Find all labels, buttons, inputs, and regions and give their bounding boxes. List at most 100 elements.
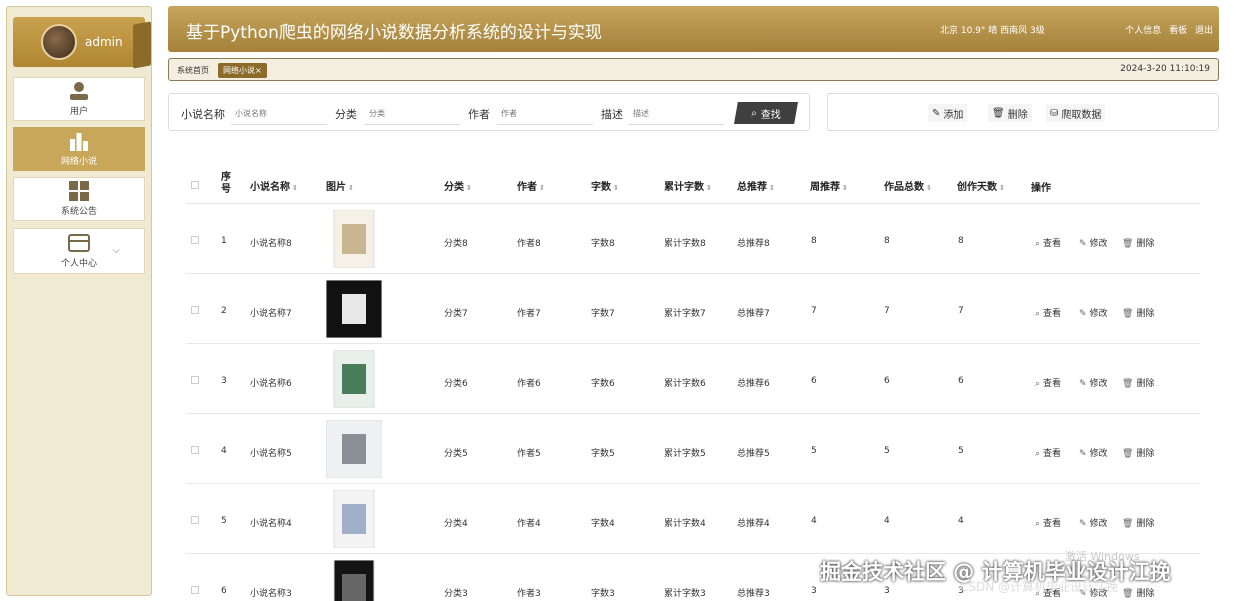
row-words: 字数3 xyxy=(591,589,615,599)
desc-search-input[interactable] xyxy=(629,103,725,125)
name-search-input[interactable] xyxy=(231,103,327,125)
sort-icon[interactable]: ⇕ xyxy=(466,184,472,192)
delete-row-button[interactable]: 🗑 删除 xyxy=(1122,516,1154,529)
view-label: 查看 xyxy=(1043,449,1062,459)
view-button[interactable]: ⌕ 查看 xyxy=(1035,376,1061,389)
edit-button[interactable]: ✎ 修改 xyxy=(1079,376,1108,389)
delete-row-button[interactable]: 🗑 删除 xyxy=(1122,586,1154,599)
col-label: 作者 xyxy=(517,182,537,193)
action-bar: ✎ 添加 🗑 删除 ⛁ 爬取数据 xyxy=(827,93,1219,131)
select-all-checkbox[interactable] xyxy=(191,181,199,189)
user-icon xyxy=(70,82,88,100)
add-button[interactable]: ✎ 添加 xyxy=(928,104,968,122)
sort-icon[interactable]: ⇕ xyxy=(613,184,619,192)
sort-icon[interactable]: ⇕ xyxy=(842,184,848,192)
avatar[interactable] xyxy=(41,24,77,60)
col-label: 周推荐 xyxy=(810,182,840,193)
row-words: 字数7 xyxy=(591,309,615,319)
csdn-watermark: CSDN @计算机毕业设计江挽 xyxy=(960,580,1119,594)
table-row: 4 小说名称5 分类5 作者5 字数5 累计字数5 总推荐5 5 5 5 ⌕ 查看… xyxy=(186,414,1200,484)
search-button[interactable]: ⌕ 查找 xyxy=(734,102,798,124)
author-search-input[interactable] xyxy=(497,103,593,125)
sidebar-item-label: 系统公告 xyxy=(60,207,97,217)
edit-button[interactable]: ✎ 修改 xyxy=(1079,306,1108,319)
edit-icon: ✎ xyxy=(1079,449,1087,459)
row-no: 3 xyxy=(221,376,227,386)
row-no: 6 xyxy=(221,586,227,596)
breadcrumb-home[interactable]: 系统首页 xyxy=(177,65,209,76)
row-checkbox[interactable] xyxy=(191,446,199,454)
sidebar-item-profile[interactable]: 个人中心 ⌵ xyxy=(13,228,145,274)
row-total-words: 累计字数8 xyxy=(664,239,706,249)
search-label-desc: 描述 xyxy=(601,108,623,121)
sort-icon[interactable]: ⇕ xyxy=(999,184,1005,192)
search-icon: ⌕ xyxy=(1035,379,1041,389)
row-checkbox[interactable] xyxy=(191,516,199,524)
col-total-rec[interactable]: 总推荐 ⇕ xyxy=(737,178,775,193)
sort-icon[interactable]: ⇕ xyxy=(292,184,298,192)
view-button[interactable]: ⌕ 查看 xyxy=(1035,306,1061,319)
database-icon: ⛁ xyxy=(1050,107,1059,119)
crawl-button[interactable]: ⛁ 爬取数据 xyxy=(1046,104,1106,122)
row-name: 小说名称5 xyxy=(250,449,292,459)
sidebar-item-users[interactable]: 用户 xyxy=(13,77,145,121)
user-panel[interactable]: admin xyxy=(13,17,151,69)
row-checkbox[interactable] xyxy=(191,236,199,244)
view-button[interactable]: ⌕ 查看 xyxy=(1035,516,1061,529)
sort-icon[interactable]: ⇕ xyxy=(926,184,932,192)
sort-icon[interactable]: ⇕ xyxy=(769,184,775,192)
col-days[interactable]: 创作天数 ⇕ xyxy=(957,178,1005,193)
row-name: 小说名称6 xyxy=(250,379,292,389)
col-total-words[interactable]: 累计字数 ⇕ xyxy=(664,178,712,193)
category-search-input[interactable] xyxy=(365,103,461,125)
row-week-rec: 5 xyxy=(811,446,817,456)
sidebar-item-label: 网络小说 xyxy=(60,157,97,167)
col-image[interactable]: 图片 ⇕ xyxy=(326,178,354,193)
row-works: 6 xyxy=(884,376,890,386)
row-total-words: 累计字数3 xyxy=(664,589,706,599)
sort-icon[interactable]: ⇕ xyxy=(348,184,354,192)
col-author[interactable]: 作者 ⇕ xyxy=(517,178,545,193)
edit-button[interactable]: ✎ 修改 xyxy=(1079,446,1108,459)
novel-cover-image xyxy=(333,350,375,408)
edit-label: 修改 xyxy=(1089,309,1108,319)
edit-label: 修改 xyxy=(1089,519,1108,529)
tab-novels[interactable]: 网络小说× xyxy=(218,63,267,78)
sort-icon[interactable]: ⇕ xyxy=(539,184,545,192)
row-checkbox[interactable] xyxy=(191,376,199,384)
novel-cover-image xyxy=(333,210,375,268)
view-button[interactable]: ⌕ 查看 xyxy=(1035,446,1061,459)
edit-button[interactable]: ✎ 修改 xyxy=(1079,236,1108,249)
dashboard-link[interactable]: 看板 xyxy=(1169,26,1187,36)
delete-row-button[interactable]: 🗑 删除 xyxy=(1122,306,1154,319)
delete-row-button[interactable]: 🗑 删除 xyxy=(1122,376,1154,389)
col-name[interactable]: 小说名称 ⇕ xyxy=(250,178,298,193)
delete-label: 删除 xyxy=(1136,449,1155,459)
row-total-rec: 总推荐8 xyxy=(737,239,770,249)
row-total-rec: 总推荐7 xyxy=(737,309,770,319)
row-checkbox[interactable] xyxy=(191,306,199,314)
row-checkbox[interactable] xyxy=(191,586,199,594)
col-week-rec[interactable]: 周推荐 ⇕ xyxy=(810,178,848,193)
row-works: 7 xyxy=(884,306,890,316)
edit-label: 修改 xyxy=(1089,239,1108,249)
delete-button[interactable]: 🗑 删除 xyxy=(988,104,1032,122)
novel-cover-image xyxy=(333,560,375,601)
sidebar-item-notices[interactable]: 系统公告 xyxy=(13,177,145,221)
delete-row-button[interactable]: 🗑 删除 xyxy=(1122,236,1154,249)
view-button[interactable]: ⌕ 查看 xyxy=(1035,236,1061,249)
table-row: 3 小说名称6 分类6 作者6 字数6 累计字数6 总推荐6 6 6 6 ⌕ 查看… xyxy=(186,344,1200,414)
sidebar-item-novels[interactable]: 网络小说 xyxy=(13,127,145,171)
col-category[interactable]: 分类 ⇕ xyxy=(444,178,472,193)
search-icon: ⌕ xyxy=(751,107,757,119)
row-works: 5 xyxy=(884,446,890,456)
chevron-down-icon[interactable]: ⌵ xyxy=(112,245,120,256)
profile-link[interactable]: 个人信息 xyxy=(1125,26,1161,36)
edit-button[interactable]: ✎ 修改 xyxy=(1079,516,1108,529)
col-works[interactable]: 作品总数 ⇕ xyxy=(884,178,932,193)
delete-row-button[interactable]: 🗑 删除 xyxy=(1122,446,1154,459)
row-words: 字数6 xyxy=(591,379,615,389)
sort-icon[interactable]: ⇕ xyxy=(706,184,712,192)
col-words[interactable]: 字数 ⇕ xyxy=(591,178,619,193)
logout-link[interactable]: 退出 xyxy=(1195,26,1213,36)
